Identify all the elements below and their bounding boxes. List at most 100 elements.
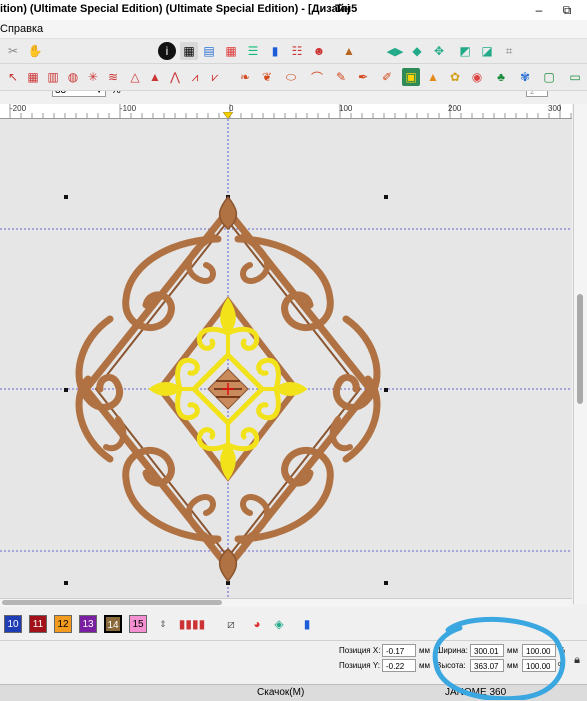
width-percent-unit: % [558,646,566,655]
height-unit: мм [507,661,518,670]
menu-help[interactable]: Справка [0,23,43,35]
minimize-button[interactable]: – [525,0,553,20]
position-y-unit: мм [419,661,430,670]
ruler-origin-marker [223,112,233,118]
ruler-ticks [9,104,572,118]
position-y-label: Позиция Y: [339,661,380,670]
thread-icon[interactable]: ▮ [266,42,284,60]
mirror-horizontal-icon[interactable]: ◀▶ [386,42,404,60]
palette-scroll-icon[interactable]: ⇕ [154,615,172,633]
wave-fill-icon[interactable]: ≋ [104,68,122,86]
shirt-icon[interactable]: ♣ [492,68,510,86]
title-bar: ition) (Ultimate Special Edition) (Ultim… [0,0,587,21]
no-color-icon[interactable]: ⧄ [222,615,240,633]
palette-swatch[interactable]: 10 [4,615,22,633]
star-fill-icon[interactable]: ✳ [84,68,102,86]
stitch-tool-icon[interactable]: ✂ [4,42,22,60]
color-grid-icon[interactable]: ▦ [222,42,240,60]
align-icon[interactable]: ☷ [288,42,306,60]
palette-swatch[interactable]: 12 [54,615,72,633]
circle-fill-icon[interactable]: ◍ [64,68,82,86]
frame-icon[interactable]: ▢ [540,68,558,86]
brush-icon[interactable]: ✎ [332,68,350,86]
pen-icon[interactable]: ✒ [354,68,372,86]
palette-swatch[interactable]: 13 [79,615,97,633]
lock-icon[interactable]: ⌗ [500,42,518,60]
list-icon[interactable]: ☰ [244,42,262,60]
shape-icon[interactable]: ▲ [424,68,442,86]
width-label: Ширина: [436,646,468,655]
window-title-suffix: Taj [335,3,351,15]
properties-panel: Позиция X: -0.17 мм Позиция Y: -0.22 мм … [0,640,587,685]
width-input[interactable]: 300.01 [470,644,504,657]
spool-icon[interactable]: ▮ [298,615,316,633]
palette-swatch[interactable]: 15 [129,615,147,633]
height-label: Высота: [436,661,466,670]
horizontal-scrollbar[interactable] [0,598,572,607]
color-cube-icon[interactable]: ◈ [270,615,288,633]
toolbar-digitize: ↖ ▦ ▥ ◍ ✳ ≋ △ ▲ ⋀ ⩘ ⩗ ❧ ❦ ⬭ ⌒ ✎ ✒ ✐ ▣ ▲ … [0,64,587,91]
thread-palette: 10 11 12 13 14 15 ⇕ ▮▮▮▮ ⧄ ◕ ◈ ▮ [0,608,587,640]
palette-icon[interactable]: ✾ [516,68,534,86]
properties-icon[interactable]: ▤ [200,42,218,60]
horizontal-scroll-thumb[interactable] [2,600,222,605]
vertical-scroll-thumb[interactable] [577,294,583,404]
hand-icon[interactable]: ✋ [26,42,44,60]
palette-swatch[interactable]: 14 [104,615,122,633]
triangle-icon[interactable]: △ [126,68,144,86]
ruler-label: 100 [339,104,353,113]
position-y-input[interactable]: -0.22 [382,659,416,672]
run-stitch-icon[interactable]: ⋀ [166,68,184,86]
palette-swatch[interactable]: 11 [29,615,47,633]
height-input[interactable]: 363.07 [470,659,504,672]
ruler-label: -200 [10,104,27,113]
select-icon[interactable]: ↖ [4,68,22,86]
satin-icon[interactable]: ▥ [44,68,62,86]
status-machine: JANOME 360 [445,687,507,698]
ellipse-icon[interactable]: ⬭ [282,68,300,86]
design-canvas[interactable] [0,119,572,599]
position-x-label: Позиция X: [339,646,381,655]
leaf-icon[interactable]: ❦ [258,68,276,86]
toolbar-main: ✂ ✋ 33 ▼ % i ▦ ▤ ▦ ☰ ▮ ☷ ☻ ▲ ◀▶ ◆ ✥ ◩ ◪ … [0,39,587,97]
view-icon[interactable]: ▭ [566,68,584,86]
lock-aspect-icon[interactable]: 🔒︎ [568,651,586,669]
skew-icon[interactable]: ◪ [478,42,496,60]
window-title: ition) (Ultimate Special Edition) (Ultim… [0,3,358,15]
color-wheel-icon[interactable]: ◕ [248,615,266,633]
fill-pattern-icon[interactable]: ▦ [24,68,42,86]
restore-button[interactable]: ⧉ [553,0,581,20]
picture-icon[interactable]: ▣ [402,68,420,86]
star-icon[interactable]: ✿ [446,68,464,86]
transform-icon[interactable]: ◩ [456,42,474,60]
position-x-unit: мм [419,646,430,655]
feather-icon[interactable]: ❧ [236,68,254,86]
zigzag-icon[interactable]: ⩘ [186,68,204,86]
hoop-icon[interactable]: ▦ [180,42,198,60]
status-bar: Скачок(M) JANOME 360 [0,684,587,701]
height-percent-unit: % [558,661,566,670]
height-percent-input[interactable]: 100.00 [522,659,556,672]
ruler-label: 200 [448,104,462,113]
vertical-scrollbar[interactable] [573,104,587,604]
embroidery-design[interactable] [0,119,572,599]
applique-icon[interactable]: ◉ [468,68,486,86]
rotate-icon[interactable]: ✥ [430,42,448,60]
people-icon[interactable]: ☻ [310,42,328,60]
mirror-vertical-icon[interactable]: ◆ [408,42,426,60]
thread-chart-icon[interactable]: ▮▮▮▮ [172,615,212,633]
triangle-alt-icon[interactable]: ▲ [146,68,164,86]
curve-icon[interactable]: ⌒ [308,68,326,86]
position-x-input[interactable]: -0.17 [382,644,416,657]
menu-bar: Справка [0,20,587,39]
ruler-label: 300 [548,104,562,113]
status-mode: Скачок(M) [257,687,305,698]
width-percent-input[interactable]: 100.00 [522,644,556,657]
stamp-icon[interactable]: ▲ [340,42,358,60]
motif-icon[interactable]: ⩗ [206,68,224,86]
info-icon[interactable]: i [158,42,176,60]
width-unit: мм [507,646,518,655]
horizontal-ruler: -200 -100 0 100 200 300 [0,104,572,119]
center-motif [207,368,249,410]
needle-icon[interactable]: ✐ [378,68,396,86]
